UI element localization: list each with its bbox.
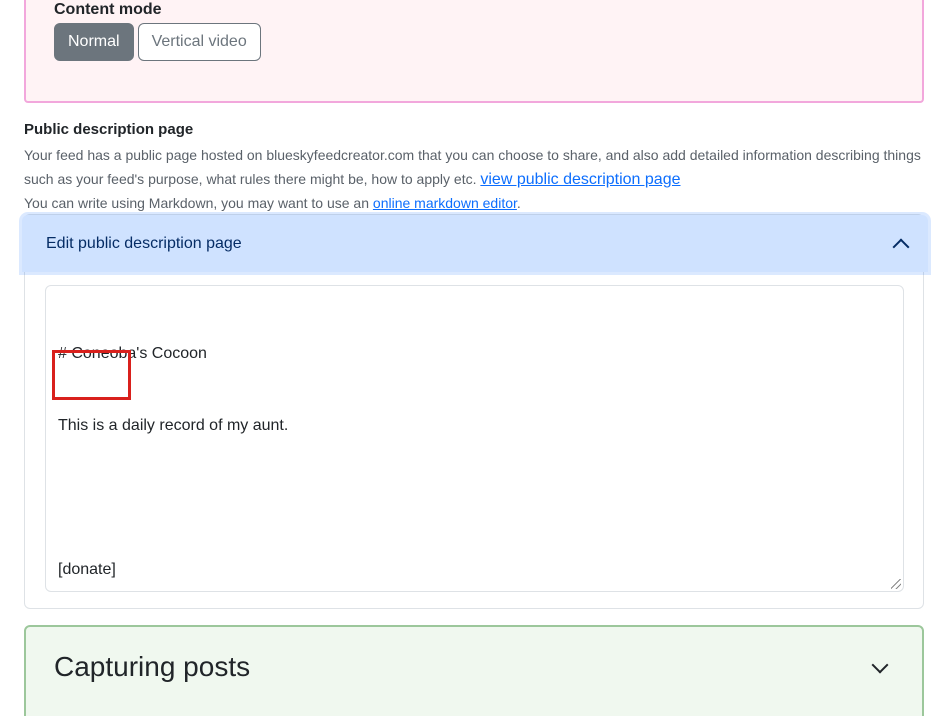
normal-mode-button[interactable]: Normal: [54, 23, 134, 61]
public-description-title: Public description page: [24, 121, 194, 138]
markdown-hint-suffix: .: [516, 195, 521, 211]
editor-line: [donate]: [58, 561, 116, 578]
resize-handle-icon[interactable]: [891, 579, 901, 589]
edit-description-accordion: Edit public description page # Coneoba's…: [22, 214, 928, 609]
edit-description-accordion-header[interactable]: Edit public description page: [22, 215, 928, 272]
donate-highlight-box: [52, 350, 131, 400]
public-description-text: Your feed has a public page hosted on bl…: [24, 143, 928, 192]
content-mode-toggle: Normal Vertical video: [54, 23, 261, 61]
content-mode-title: Content mode: [54, 1, 162, 18]
capturing-posts-section[interactable]: Capturing posts: [24, 625, 924, 716]
view-public-description-link[interactable]: view public description page: [480, 171, 680, 188]
editor-line: # Coneoba's Cocoon: [58, 345, 207, 362]
chevron-up-icon: [892, 238, 910, 255]
editor-line: This is a daily record of my aunt.: [58, 417, 289, 434]
description-textarea[interactable]: # Coneoba's Cocoon This is a daily recor…: [45, 285, 904, 592]
feed-settings-page: Content mode Normal Vertical video Publi…: [0, 0, 948, 716]
markdown-hint-prefix: You can write using Markdown, you may wa…: [24, 195, 370, 211]
capturing-posts-title: Capturing posts: [54, 651, 251, 682]
markdown-hint: You can write using Markdown, you may wa…: [24, 193, 928, 213]
vertical-video-mode-button[interactable]: Vertical video: [137, 23, 261, 61]
public-description-body: Your feed has a public page hosted on bl…: [24, 147, 921, 187]
chevron-down-icon: [871, 656, 889, 674]
accordion-header-label: Edit public description page: [46, 234, 242, 252]
online-markdown-editor-link[interactable]: online markdown editor: [373, 195, 517, 211]
